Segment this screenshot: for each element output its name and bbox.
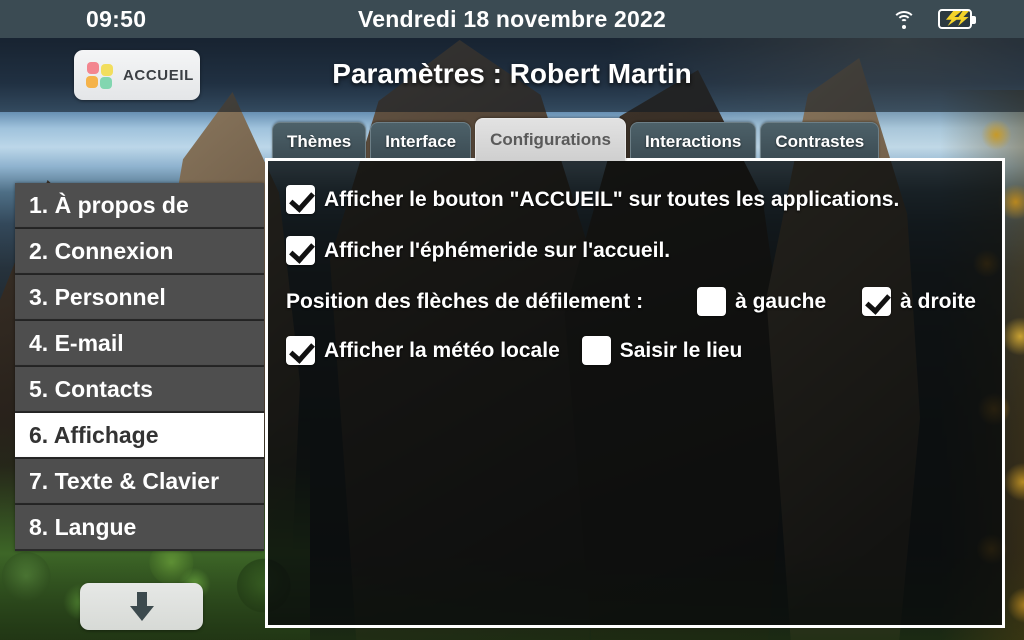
option-label-show-home-button: Afficher le bouton "ACCUEIL" sur toutes …: [324, 187, 900, 211]
sidebar-item-email[interactable]: 4. E-mail: [15, 321, 264, 367]
status-icon-tray: [892, 9, 976, 29]
tab-configurations[interactable]: Configurations: [475, 118, 627, 161]
sidebar-item-affichage[interactable]: 6. Affichage: [15, 413, 264, 459]
sidebar-item-connexion[interactable]: 2. Connexion: [15, 229, 264, 275]
sidebar-item-label: 5. Contacts: [29, 375, 153, 402]
tab-themes[interactable]: Thèmes: [272, 122, 367, 161]
sidebar-item-label: 8. Langue: [29, 513, 137, 540]
option-label-scroll-arrows-position: Position des flèches de défilement :: [286, 289, 644, 313]
sidebar-item-label: 4. E-mail: [29, 329, 124, 356]
checkbox-enter-location[interactable]: [581, 336, 611, 365]
wifi-icon: [892, 10, 916, 29]
arrow-down-icon: [127, 591, 157, 622]
sidebar-item-langue[interactable]: 8. Langue: [15, 505, 264, 551]
checkbox-arrows-right[interactable]: [862, 287, 892, 316]
tab-label: Configurations: [490, 130, 612, 149]
sidebar-item-contacts[interactable]: 5. Contacts: [15, 367, 264, 413]
option-label-enter-location: Saisir le lieu: [619, 338, 743, 362]
status-bar: 09:50 Vendredi 18 novembre 2022: [0, 0, 1024, 38]
checkbox-show-weather[interactable]: [286, 336, 315, 365]
option-label-arrows-left: à gauche: [735, 289, 827, 313]
status-time: 09:50: [86, 5, 147, 32]
settings-panel: Thèmes Interface Configurations Interact…: [265, 118, 1005, 628]
tab-label: Thèmes: [287, 132, 352, 151]
sidebar-item-label: 2. Connexion: [29, 237, 174, 264]
sidebar-item-texte-clavier[interactable]: 7. Texte & Clavier: [15, 459, 264, 505]
scroll-down-button[interactable]: [80, 583, 203, 630]
sidebar-item-personnel[interactable]: 3. Personnel: [15, 275, 264, 321]
tab-label: Contrastes: [775, 132, 865, 151]
sidebar-item-a-propos-de[interactable]: 1. À propos de: [15, 183, 264, 229]
checkbox-show-home-button[interactable]: [286, 185, 315, 214]
sidebar-item-label: 1. À propos de: [29, 191, 189, 218]
tab-contrastes[interactable]: Contrastes: [760, 122, 880, 161]
tab-interactions[interactable]: Interactions: [630, 122, 757, 161]
checkbox-show-ephemeris[interactable]: [286, 236, 315, 265]
device-screen: 09:50 Vendredi 18 novembre 2022 ACCUEIL …: [0, 0, 1024, 640]
tab-interface[interactable]: Interface: [370, 122, 472, 161]
option-row-show-home-button: Afficher le bouton "ACCUEIL" sur toutes …: [286, 185, 984, 214]
tab-label: Interface: [385, 132, 457, 151]
settings-sidebar: 1. À propos de 2. Connexion 3. Personnel…: [15, 183, 264, 551]
settings-tab-bar: Thèmes Interface Configurations Interact…: [272, 118, 880, 161]
sidebar-item-label: 3. Personnel: [29, 283, 166, 310]
checkbox-arrows-left[interactable]: [697, 287, 727, 316]
sidebar-item-label: 6. Affichage: [29, 421, 159, 448]
sidebar-item-label: 7. Texte & Clavier: [29, 467, 220, 494]
page-title: Paramètres : Robert Martin: [332, 58, 692, 89]
option-row-show-ephemeris: Afficher l'éphémeride sur l'accueil.: [286, 236, 984, 265]
battery-charging-icon: [938, 9, 976, 29]
option-label-show-weather: Afficher la météo locale: [324, 338, 560, 362]
option-row-weather: Afficher la météo locale Saisir le lieu: [286, 336, 984, 365]
option-label-arrows-right: à droite: [900, 289, 976, 313]
status-date: Vendredi 18 novembre 2022: [358, 5, 666, 32]
tab-label: Interactions: [645, 132, 742, 151]
settings-tab-content: Afficher le bouton "ACCUEIL" sur toutes …: [265, 158, 1005, 628]
option-label-show-ephemeris: Afficher l'éphémeride sur l'accueil.: [324, 238, 671, 262]
option-row-scroll-arrows-position: Position des flèches de défilement : à g…: [286, 287, 984, 316]
